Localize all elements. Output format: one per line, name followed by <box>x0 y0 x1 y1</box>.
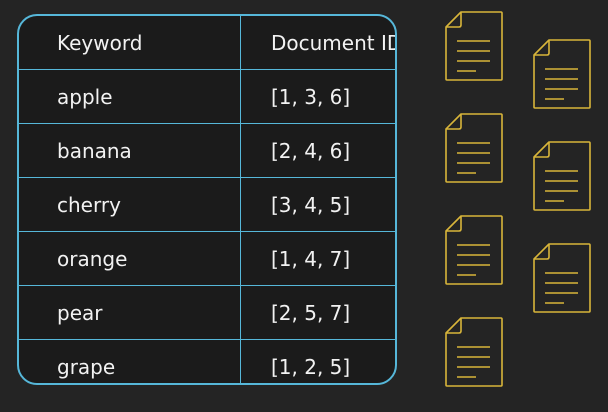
document-ids-cell: [1, 3, 6] <box>240 69 395 124</box>
keyword-cell: grape <box>19 339 241 383</box>
table-row: orange [1, 4, 7] <box>19 231 395 286</box>
document-icon <box>532 242 592 314</box>
keyword-cell: cherry <box>19 177 241 232</box>
keyword-cell: apple <box>19 69 241 124</box>
document-icon <box>532 140 592 212</box>
document-icon <box>444 112 504 184</box>
document-ids-cell: [3, 4, 5] <box>240 177 395 232</box>
header-document-id: Document ID <box>240 16 395 70</box>
table-header-row: Keyword Document ID <box>19 16 395 70</box>
inverted-index-table: Keyword Document ID apple [1, 3, 6] bana… <box>17 14 397 385</box>
keyword-cell: pear <box>19 285 241 340</box>
document-icon <box>444 316 504 388</box>
header-keyword: Keyword <box>19 16 241 70</box>
table-row: banana [2, 4, 6] <box>19 123 395 178</box>
keyword-table: Keyword Document ID apple [1, 3, 6] bana… <box>19 16 395 383</box>
document-ids-cell: [2, 5, 7] <box>240 285 395 340</box>
document-ids-cell: [1, 2, 5] <box>240 339 395 383</box>
keyword-cell: orange <box>19 231 241 286</box>
table-row: grape [1, 2, 5] <box>19 339 395 383</box>
document-icon <box>532 38 592 110</box>
document-ids-cell: [2, 4, 6] <box>240 123 395 178</box>
document-icon <box>444 10 504 82</box>
table-row: pear [2, 5, 7] <box>19 285 395 340</box>
document-ids-cell: [1, 4, 7] <box>240 231 395 286</box>
table-row: cherry [3, 4, 5] <box>19 177 395 232</box>
document-icon <box>444 214 504 286</box>
table-row: apple [1, 3, 6] <box>19 69 395 124</box>
keyword-cell: banana <box>19 123 241 178</box>
